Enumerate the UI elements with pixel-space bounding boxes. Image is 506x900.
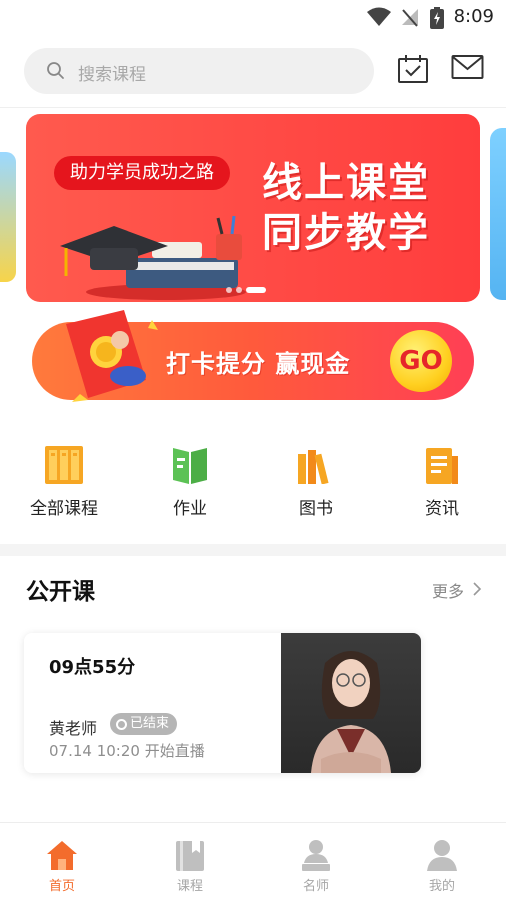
quick-item-all-courses[interactable]: 全部课程 [14,440,114,519]
banner-pill-text: 助力学员成功之路 [54,156,230,190]
person-icon [427,840,457,871]
go-button[interactable]: GO [390,330,452,392]
quick-item-label: 全部课程 [30,499,98,519]
status-badge-label: 已结束 [130,716,170,731]
tab-profile[interactable]: 我的 [392,835,492,894]
document-icon [426,448,458,484]
battery-charging-icon [430,7,444,29]
quick-item-homework[interactable]: 作业 [140,440,240,519]
carousel-dot [236,287,242,293]
banner-prev-peek [0,152,16,282]
carousel-dot [226,287,232,293]
section-divider [0,544,506,556]
tab-label: 课程 [176,879,203,894]
bookshelf-icon [45,446,83,484]
quick-item-label: 资讯 [425,499,459,519]
search-input[interactable]: 搜索课程 [24,48,374,94]
checkin-banner[interactable]: 打卡提分 赢现金 GO [32,310,474,402]
open-book-icon [173,448,207,484]
tab-courses[interactable]: 课程 [140,835,240,894]
course-teacher: 黄老师 [49,719,98,738]
tab-label: 首页 [48,879,75,894]
quick-item-label: 作业 [173,499,207,519]
quick-item-books[interactable]: 图书 [266,440,366,519]
section-title-public-courses: 公开课 [26,579,95,605]
course-start-time: 07.14 10:20 开始直播 [49,742,205,760]
search-placeholder: 搜索课程 [78,65,146,85]
carousel-dot-active [246,287,266,293]
tab-teachers[interactable]: 名师 [266,835,366,894]
tab-label: 名师 [302,879,329,894]
carousel-indicator [226,278,270,297]
teacher-portrait-image [311,651,391,773]
course-title: 09点55分 [49,657,136,678]
top-header: 搜索课程 [0,34,506,108]
tab-home[interactable]: 首页 [12,835,112,894]
quick-menu: 全部课程 作业 图书 资讯 [0,440,506,530]
mail-icon[interactable] [451,54,484,80]
more-link[interactable]: 更多 [432,578,464,602]
checkin-text: 打卡提分 赢现金 [166,350,351,378]
quick-item-news[interactable]: 资讯 [392,440,492,519]
wifi-icon [367,7,391,26]
banner-carousel[interactable]: 助力学员成功之路 线上课堂 同步教学 [0,114,506,302]
no-signal-icon [402,9,418,27]
status-bar: 8:09 [0,0,506,34]
status-badge: 已结束 [110,713,178,735]
bottom-tab-bar: 首页 课程 名师 我的 [0,822,506,900]
teacher-photo [281,633,421,773]
home-icon [47,841,77,870]
calendar-check-icon[interactable] [397,54,429,84]
red-envelope-icon [66,310,158,402]
banner-slide[interactable]: 助力学员成功之路 线上课堂 同步教学 [26,114,480,302]
banner-headline-2: 同步教学 [262,210,430,256]
teacher-icon [302,840,330,871]
ended-dot-icon [116,718,127,730]
tab-label: 我的 [428,879,455,894]
course-card[interactable]: 09点55分 黄老师 已结束 07.14 10:20 开始直播 [24,633,421,773]
clock-time: 8:09 [453,6,494,27]
banner-next-peek [490,128,506,300]
books-icon [298,450,329,484]
course-book-icon [176,841,204,871]
chevron-right-icon[interactable] [472,581,482,597]
quick-item-label: 图书 [299,499,333,519]
search-icon [47,62,64,79]
